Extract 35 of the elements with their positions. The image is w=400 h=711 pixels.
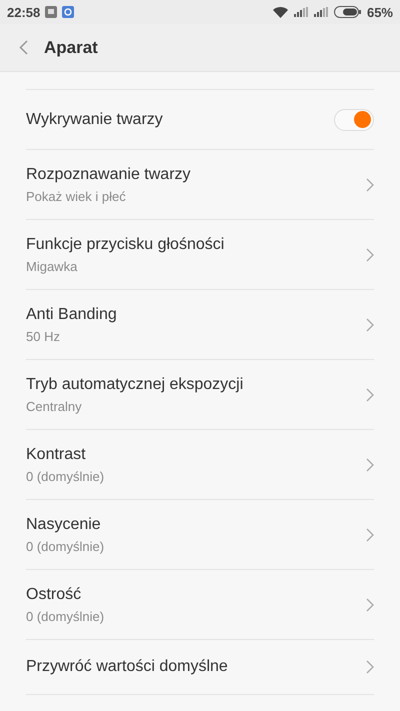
- setting-value: Centralny: [26, 398, 83, 414]
- chevron-icon: [366, 178, 374, 192]
- chevron-icon: [366, 388, 374, 402]
- toggle-switch[interactable]: [334, 108, 374, 130]
- battery-percent: 65%: [366, 4, 393, 20]
- chevron-icon: [366, 248, 374, 262]
- setting-title: Anti Banding: [26, 306, 118, 324]
- wifi-icon: [272, 6, 288, 18]
- setting-value: 0 (domyślnie): [26, 538, 106, 554]
- screen-title: Aparat: [44, 38, 98, 58]
- clock: 22:58: [7, 4, 40, 20]
- battery-icon: [334, 6, 361, 18]
- sync-icon: [62, 6, 74, 18]
- back-icon[interactable]: [19, 40, 28, 55]
- chevron-icon: [366, 528, 374, 542]
- chevron-icon: [366, 598, 374, 612]
- chevron-icon: [366, 318, 374, 332]
- setting-value: 0 (domyślnie): [26, 468, 106, 484]
- notification-icon: [45, 6, 58, 18]
- signal-icon: [294, 7, 308, 17]
- setting-title: Wykrywanie twarzy: [26, 110, 164, 128]
- setting-title: Rozpoznawanie twarzy: [26, 166, 192, 184]
- setting-value: Pokaż wiek i płeć: [26, 188, 127, 204]
- setting-value: 50 Hz: [26, 328, 61, 344]
- chevron-icon: [366, 660, 374, 674]
- setting-value: Migawka: [26, 258, 78, 274]
- chevron-icon: [366, 458, 374, 472]
- setting-title: Kontrast: [26, 446, 87, 464]
- setting-title: Ostrość: [26, 586, 82, 604]
- setting-title: Nasycenie: [26, 516, 102, 534]
- setting-value: 0 (domyślnie): [26, 608, 106, 624]
- setting-title: Funkcje przycisku głośności: [26, 236, 226, 254]
- setting-title: Tryb automatycznej ekspozycji: [26, 376, 244, 394]
- setting-title: Przywróć wartości domyślne: [26, 658, 229, 676]
- signal-icon: [314, 7, 328, 17]
